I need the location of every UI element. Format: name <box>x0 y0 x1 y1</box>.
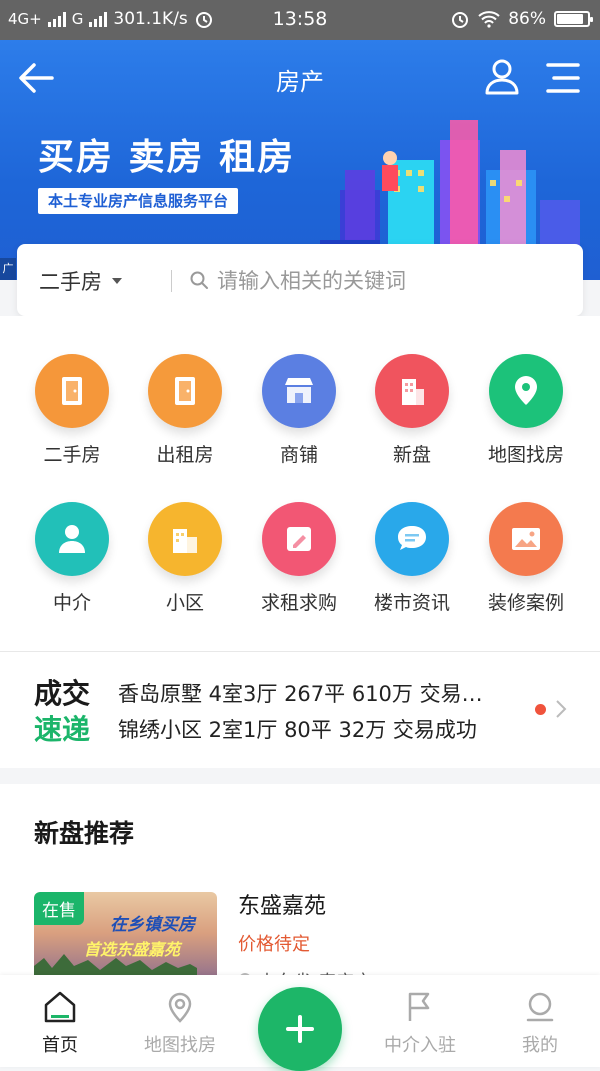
door-icon <box>148 354 222 428</box>
search-type-label: 二手房 <box>39 270 102 294</box>
category-label: 商铺 <box>279 444 318 466</box>
search-input[interactable] <box>215 262 569 300</box>
tab-label: 我的 <box>522 1035 558 1056</box>
category-item[interactable]: 楼市资讯 <box>357 502 467 615</box>
category-label: 楼市资讯 <box>373 592 450 614</box>
plus-icon <box>286 1015 314 1043</box>
door-icon <box>35 354 109 428</box>
image-icon <box>489 502 563 576</box>
chevron-right-icon[interactable] <box>555 699 567 719</box>
deal-item[interactable]: 锦绣小区 2室1厅 80平 32万 交易成功 <box>118 714 518 744</box>
wifi-icon <box>478 11 500 28</box>
tab-home[interactable]: 首页 <box>5 989 115 1057</box>
person-icon <box>35 502 109 576</box>
search-bar: 二手房 <box>17 244 583 316</box>
listing-name[interactable]: 东盛嘉苑 <box>238 888 326 920</box>
category-label: 求租求购 <box>260 592 337 614</box>
category-item[interactable]: 中介 <box>17 502 127 615</box>
caret-down-icon <box>112 278 122 284</box>
category-card: 二手房 出租房 商铺 新盘 地图找房中介 小区 求租求购 楼市资讯 装修案例 成交 速递 香岛原… <box>0 316 600 768</box>
map-pin-icon <box>489 354 563 428</box>
category-item[interactable]: 二手房 <box>17 354 127 467</box>
tab-label: 中介入驻 <box>384 1035 456 1056</box>
listing-price: 价格待定 <box>238 934 310 955</box>
category-label: 地图找房 <box>487 444 564 466</box>
building-icon <box>375 354 449 428</box>
category-item[interactable]: 出租房 <box>130 354 240 467</box>
deals-ticker[interactable]: 成交 速递 香岛原墅 4室3厅 267平 610万 交易… 锦绣小区 2室1厅 … <box>0 651 600 769</box>
search-divider <box>171 270 172 292</box>
user-icon[interactable] <box>484 58 520 96</box>
tab-label: 首页 <box>42 1035 78 1056</box>
tab-label: 地图找房 <box>144 1035 216 1056</box>
new-homes-section: 新盘推荐 在售 在乡镇买房 首选东盛嘉苑 东盛嘉苑 价格待定 山东省-泰安市 <box>0 784 600 993</box>
home-icon <box>44 991 76 1023</box>
menu-icon[interactable] <box>544 60 582 96</box>
tab-map[interactable]: 地图找房 <box>125 989 235 1057</box>
edit-icon <box>262 502 336 576</box>
status-bar: 4G+ G 301.1K/s 13:58 86% <box>0 0 600 40</box>
map-pin-icon <box>168 992 192 1023</box>
on-sale-badge: 在售 <box>34 892 84 925</box>
battery-label: 86% <box>508 9 546 29</box>
category-label: 小区 <box>165 592 204 614</box>
indicator-dot <box>535 704 546 715</box>
category-item[interactable]: 装修案例 <box>471 502 581 615</box>
chat-icon <box>375 502 449 576</box>
flag-icon <box>408 992 430 1021</box>
category-label: 二手房 <box>43 444 101 466</box>
category-label: 出租房 <box>156 444 214 466</box>
category-item[interactable]: 地图找房 <box>471 354 581 467</box>
banner-headline: 买房 卖房 租房 <box>38 137 296 178</box>
battery-icon <box>554 11 593 27</box>
deals-logo-line1: 成交 <box>34 677 91 710</box>
tab-mine[interactable]: 我的 <box>485 989 595 1057</box>
store-icon <box>262 354 336 428</box>
banner-tagline: 本土专业房产信息服务平台 <box>38 188 239 214</box>
deals-logo-line2: 速递 <box>34 713 91 746</box>
category-item[interactable]: 小区 <box>130 502 240 615</box>
listing-thumbnail[interactable]: 在售 在乡镇买房 首选东盛嘉苑 <box>34 892 217 984</box>
category-item[interactable]: 新盘 <box>357 354 467 467</box>
category-item[interactable]: 求租求购 <box>244 502 354 615</box>
section-title: 新盘推荐 <box>34 819 135 848</box>
category-label: 中介 <box>52 592 91 614</box>
battery-fill <box>557 14 583 24</box>
category-label: 装修案例 <box>487 592 564 614</box>
add-button[interactable] <box>258 987 342 1071</box>
category-item[interactable]: 商铺 <box>244 354 354 467</box>
status-right: 86% <box>450 9 593 29</box>
deals-logo: 成交 速递 <box>34 676 100 748</box>
ad-label: 广 <box>0 258 16 280</box>
buildings-icon <box>148 502 222 576</box>
search-icon <box>190 271 208 289</box>
tab-agent-join[interactable]: 中介入驻 <box>365 989 475 1057</box>
profile-icon <box>526 992 554 1022</box>
search-type-dropdown[interactable]: 二手房 <box>39 266 122 296</box>
thumbnail-slogan-1: 在乡镇买房 <box>110 915 195 935</box>
category-label: 新盘 <box>392 444 431 466</box>
bottom-tab-bar: 首页 地图找房 中介入驻 我的 <box>0 975 600 1071</box>
alarm-icon <box>452 12 469 28</box>
deal-item[interactable]: 香岛原墅 4室3厅 267平 610万 交易… <box>118 678 518 708</box>
